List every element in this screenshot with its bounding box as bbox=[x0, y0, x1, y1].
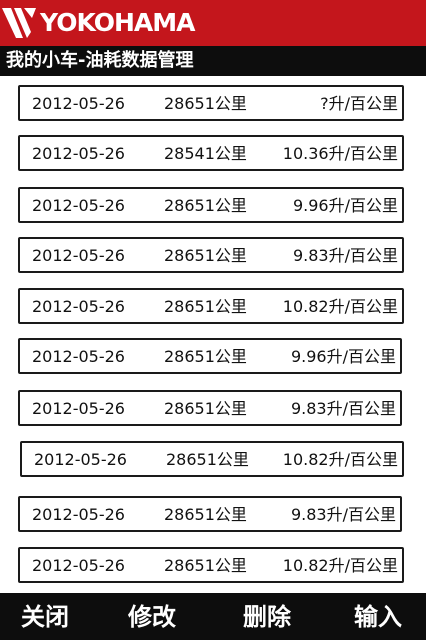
record-date: 2012-05-26 bbox=[32, 399, 125, 418]
record-consumption: ?升/百公里 bbox=[320, 94, 398, 113]
record-date: 2012-05-26 bbox=[34, 450, 127, 469]
brand-name: YOKOHAMA bbox=[40, 8, 195, 37]
record-row-2[interactable]: 2012-05-26 28541公里 10.36升/百公里 bbox=[18, 135, 404, 171]
action-bar: 关闭 修改 删除 输入 bbox=[0, 593, 426, 640]
record-odometer: 28651公里 bbox=[164, 94, 247, 113]
record-odometer: 28651公里 bbox=[164, 196, 247, 215]
brand-header: YOKOHAMA bbox=[0, 0, 426, 46]
record-date: 2012-05-26 bbox=[32, 246, 125, 265]
record-row-9[interactable]: 2012-05-26 28651公里 9.83升/百公里 bbox=[18, 496, 402, 532]
record-consumption: 10.82升/百公里 bbox=[282, 450, 398, 469]
record-row-10[interactable]: 2012-05-26 28651公里 10.82升/百公里 bbox=[18, 547, 404, 583]
record-row-8[interactable]: 2012-05-26 28651公里 10.82升/百公里 bbox=[20, 441, 404, 477]
record-date: 2012-05-26 bbox=[32, 556, 125, 575]
edit-button[interactable]: 修改 bbox=[128, 601, 176, 633]
close-button[interactable]: 关闭 bbox=[21, 601, 69, 633]
record-consumption: 9.83升/百公里 bbox=[292, 246, 398, 265]
record-odometer: 28651公里 bbox=[164, 556, 247, 575]
record-row-3[interactable]: 2012-05-26 28651公里 9.96升/百公里 bbox=[18, 187, 404, 223]
record-odometer: 28651公里 bbox=[164, 246, 247, 265]
delete-button[interactable]: 删除 bbox=[243, 601, 291, 633]
record-consumption: 9.83升/百公里 bbox=[290, 399, 396, 418]
record-date: 2012-05-26 bbox=[32, 144, 125, 163]
record-date: 2012-05-26 bbox=[32, 297, 125, 316]
record-date: 2012-05-26 bbox=[32, 196, 125, 215]
title-bar: 我的小车-油耗数据管理 bbox=[0, 46, 426, 76]
record-row-7[interactable]: 2012-05-26 28651公里 9.83升/百公里 bbox=[18, 390, 402, 426]
record-row-5[interactable]: 2012-05-26 28651公里 10.82升/百公里 bbox=[18, 288, 404, 324]
record-consumption: 9.83升/百公里 bbox=[290, 505, 396, 524]
record-row-4[interactable]: 2012-05-26 28651公里 9.83升/百公里 bbox=[18, 237, 404, 273]
record-odometer: 28651公里 bbox=[164, 347, 247, 366]
record-date: 2012-05-26 bbox=[32, 94, 125, 113]
record-date: 2012-05-26 bbox=[32, 505, 125, 524]
record-date: 2012-05-26 bbox=[32, 347, 125, 366]
record-consumption: 9.96升/百公里 bbox=[290, 347, 396, 366]
yokohama-logo-icon bbox=[2, 8, 36, 38]
record-row-6[interactable]: 2012-05-26 28651公里 9.96升/百公里 bbox=[18, 338, 402, 374]
record-odometer: 28651公里 bbox=[164, 505, 247, 524]
record-consumption: 10.36升/百公里 bbox=[282, 144, 398, 163]
record-odometer: 28651公里 bbox=[164, 399, 247, 418]
record-row-1[interactable]: 2012-05-26 28651公里 ?升/百公里 bbox=[18, 85, 404, 121]
input-button[interactable]: 输入 bbox=[354, 601, 402, 633]
record-odometer: 28651公里 bbox=[166, 450, 249, 469]
page-title: 我的小车-油耗数据管理 bbox=[6, 50, 194, 71]
record-consumption: 10.82升/百公里 bbox=[282, 297, 398, 316]
record-consumption: 10.82升/百公里 bbox=[282, 556, 398, 575]
record-list[interactable]: 2012-05-26 28651公里 ?升/百公里 2012-05-26 285… bbox=[0, 76, 426, 593]
record-consumption: 9.96升/百公里 bbox=[292, 196, 398, 215]
record-odometer: 28541公里 bbox=[164, 144, 247, 163]
record-odometer: 28651公里 bbox=[164, 297, 247, 316]
